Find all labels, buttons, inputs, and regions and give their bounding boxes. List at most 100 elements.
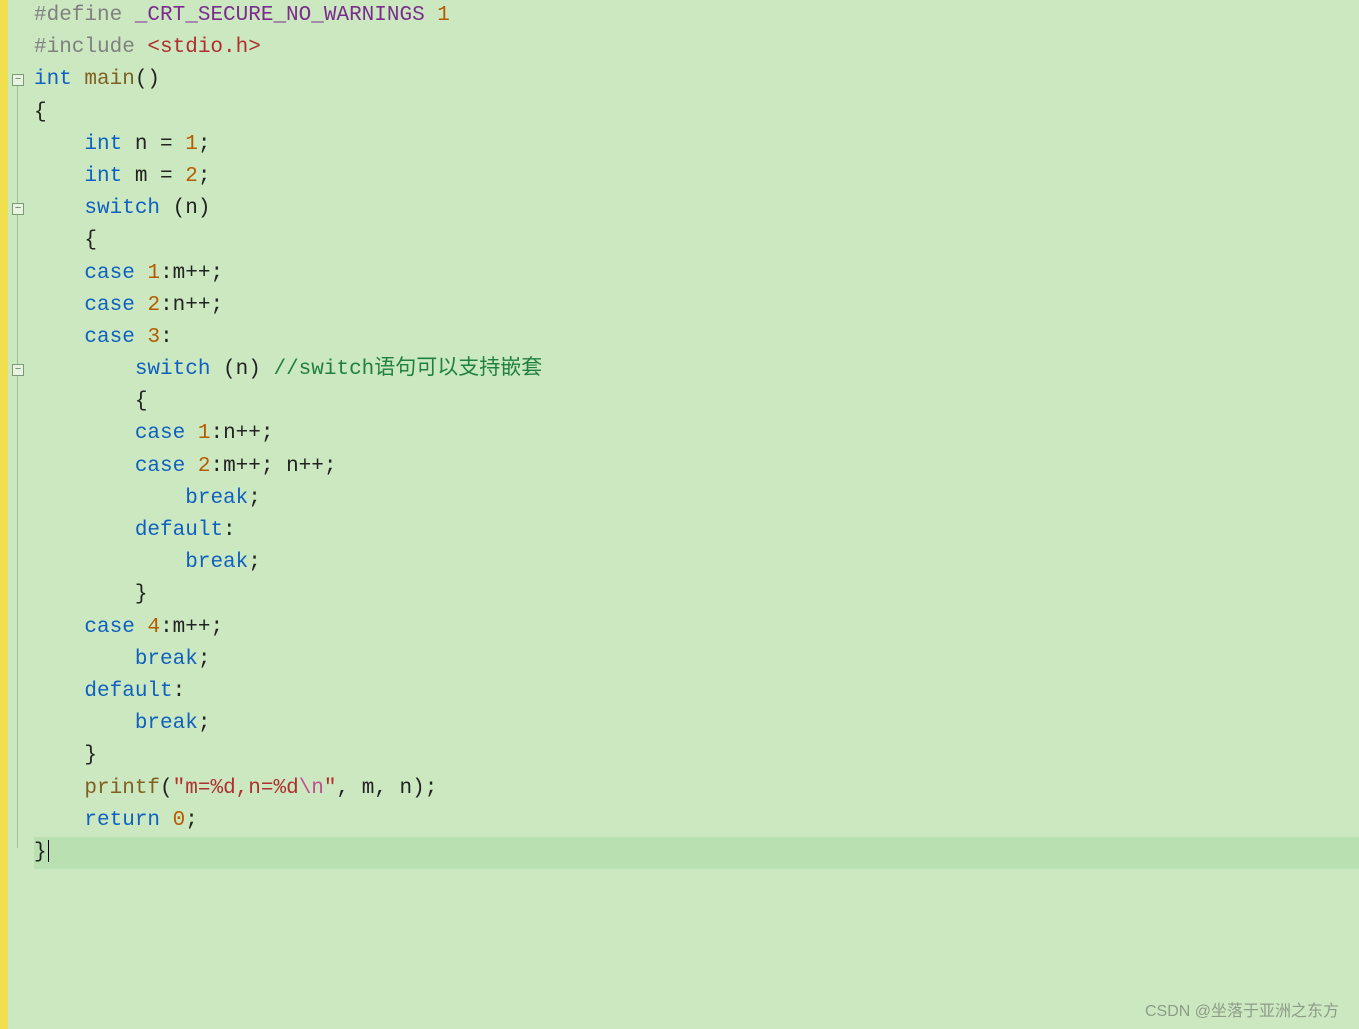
number-literal: 0 [173,809,186,832]
keyword: int [84,165,122,188]
code-line[interactable]: case 3: [34,322,1359,354]
punct: () [135,68,160,91]
fold-gutter: − − − [8,0,28,1029]
text: m = [122,165,185,188]
brace: } [34,841,47,864]
code-line[interactable]: case 1:n++; [34,418,1359,450]
keyword: return [84,809,160,832]
fold-toggle-icon[interactable]: − [12,74,24,86]
code-line[interactable]: break; [34,644,1359,676]
space [135,262,148,285]
code-area[interactable]: #define _CRT_SECURE_NO_WARNINGS 1 #inclu… [28,0,1359,1029]
fold-toggle-icon[interactable]: − [12,203,24,215]
code-editor: − − − #define _CRT_SECURE_NO_WARNINGS 1 … [0,0,1359,1029]
code-line[interactable]: switch (n) [34,193,1359,225]
code-line[interactable]: int m = 2; [34,161,1359,193]
text: n = [122,133,185,156]
punct: ; [185,809,198,832]
number-literal: 3 [147,326,160,349]
code-line[interactable]: { [34,386,1359,418]
code-line[interactable]: { [34,97,1359,129]
code-line[interactable]: return 0; [34,805,1359,837]
brace: { [34,101,47,124]
fold-toggle-icon[interactable]: − [12,364,24,376]
number-literal: 2 [147,294,160,317]
code-line[interactable]: default: [34,676,1359,708]
brace: } [84,744,97,767]
code-line[interactable]: } [34,740,1359,772]
preprocessor-directive: #include [34,36,147,59]
text: , m, n); [337,777,438,800]
modification-indicator [0,0,8,1029]
code-line-current[interactable]: } [34,837,1359,869]
keyword: break [135,712,198,735]
keyword: break [135,648,198,671]
escape-sequence: \n [299,777,324,800]
keyword: switch [135,358,211,381]
text: :n++; [160,294,223,317]
keyword: case [84,294,134,317]
code-line[interactable]: break; [34,708,1359,740]
code-line[interactable]: } [34,579,1359,611]
space [185,422,198,445]
fold-guide-line [17,86,18,848]
text: :m++; n++; [210,455,336,478]
macro-name: _CRT_SECURE_NO_WARNINGS [135,4,437,27]
keyword: case [84,326,134,349]
space [135,616,148,639]
number-literal: 1 [147,262,160,285]
number-literal: 4 [147,616,160,639]
text: : [223,519,236,542]
punct: ; [248,551,261,574]
code-line[interactable]: case 2:m++; n++; [34,451,1359,483]
text: (n) [160,197,210,220]
brace: { [84,229,97,252]
text: : [160,326,173,349]
space [160,809,173,832]
code-line[interactable]: default: [34,515,1359,547]
code-line[interactable]: switch (n) //switch语句可以支持嵌套 [34,354,1359,386]
code-line[interactable]: break; [34,483,1359,515]
space [135,326,148,349]
code-line[interactable]: #define _CRT_SECURE_NO_WARNINGS 1 [34,0,1359,32]
code-line[interactable]: break; [34,547,1359,579]
text-caret-icon [48,840,49,862]
text: (n) [210,358,273,381]
code-line[interactable]: #include <stdio.h> [34,32,1359,64]
punct: ; [198,648,211,671]
punct: ; [198,165,211,188]
number-literal: 1 [437,4,450,27]
code-line[interactable]: case 2:n++; [34,290,1359,322]
keyword: case [135,422,185,445]
text: :m++; [160,262,223,285]
keyword: int [34,68,72,91]
brace: } [135,583,148,606]
keyword: break [185,551,248,574]
code-line[interactable]: case 1:m++; [34,258,1359,290]
string-literal: " [324,777,337,800]
string-literal: "m=%d,n=%d [173,777,299,800]
code-line[interactable]: int n = 1; [34,129,1359,161]
function-name: main [72,68,135,91]
code-line[interactable]: case 4:m++; [34,612,1359,644]
preprocessor-directive: #define [34,4,135,27]
code-line[interactable]: { [34,225,1359,257]
text: : [173,680,186,703]
number-literal: 1 [185,133,198,156]
space [135,294,148,317]
keyword: break [185,487,248,510]
keyword: case [135,455,185,478]
punct: ; [198,712,211,735]
code-line[interactable]: printf("m=%d,n=%d\n", m, n); [34,773,1359,805]
keyword: default [135,519,223,542]
watermark-text: CSDN @坐落于亚洲之东方 [1145,997,1339,1021]
keyword: switch [84,197,160,220]
keyword: default [84,680,172,703]
punct: ; [198,133,211,156]
brace: { [135,390,148,413]
number-literal: 2 [198,455,211,478]
include-header: <stdio.h> [147,36,260,59]
code-line[interactable]: int main() [34,64,1359,96]
keyword: case [84,616,134,639]
comment: //switch语句可以支持嵌套 [273,358,542,381]
